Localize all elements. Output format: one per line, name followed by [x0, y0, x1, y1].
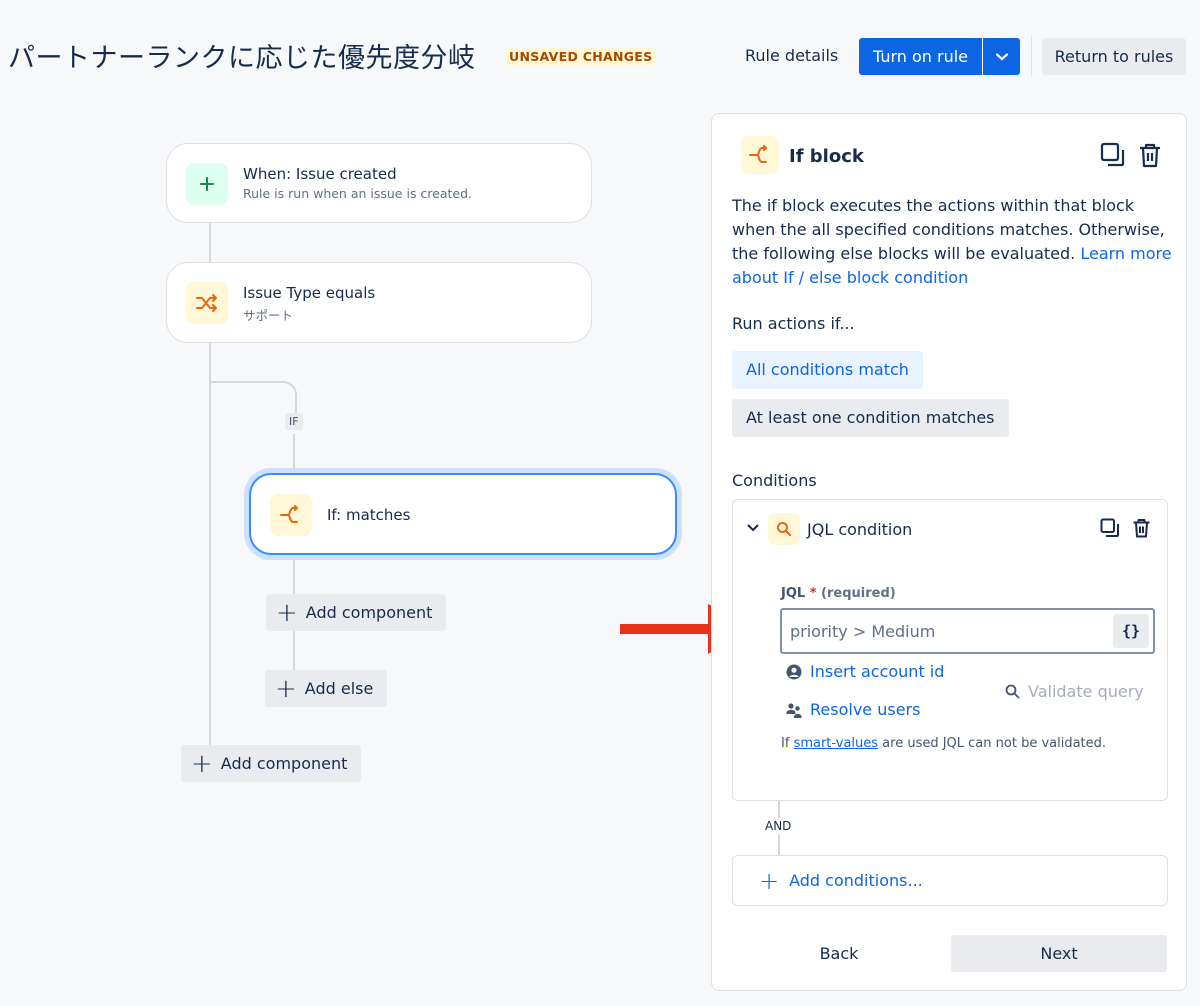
jql-label-text: JQL: [781, 586, 806, 601]
panel-actions: [1100, 142, 1162, 168]
jql-input-value: priority > Medium: [790, 622, 936, 641]
turn-on-rule-button[interactable]: Turn on rule: [859, 38, 982, 75]
smart-values-help: If smart-values are used JQL can not be …: [781, 736, 1106, 751]
jql-condition-title: JQL condition: [807, 520, 913, 539]
page-title: パートナーランクに応じた優先度分岐: [8, 43, 476, 74]
add-else-label: Add else: [304, 679, 374, 698]
trigger-node[interactable]: When: Issue created Rule is run when an …: [166, 143, 592, 223]
rule-details-button[interactable]: Rule details: [729, 38, 854, 74]
validate-query-label: Validate query: [1028, 682, 1144, 701]
shuffle-icon: [186, 282, 228, 324]
add-component-inner-button[interactable]: + Add component: [266, 594, 447, 631]
add-conditions-label: Add conditions...: [789, 871, 923, 890]
all-conditions-match-option[interactable]: All conditions match: [732, 351, 923, 389]
branch-icon: [270, 494, 312, 536]
plus-icon: +: [276, 597, 298, 628]
if-branch-label: IF: [285, 413, 303, 430]
chevron-down-icon: [995, 52, 1008, 60]
if-branch-connector: [209, 381, 297, 413]
insert-account-id-link[interactable]: Insert account id: [786, 662, 944, 681]
condition-subtitle: サポート: [243, 308, 294, 323]
turn-on-dropdown-button[interactable]: [983, 38, 1020, 75]
condition-actions: [1100, 518, 1151, 538]
help-prefix: If: [781, 736, 790, 751]
flow-connector: [209, 222, 211, 262]
jql-condition-card: JQL condition JQL * (required) priority …: [732, 499, 1168, 801]
resolve-users-label: Resolve users: [810, 700, 921, 719]
plus-icon: [186, 163, 228, 205]
plus-icon: +: [191, 748, 213, 779]
trigger-subtitle: Rule is run when an issue is created.: [243, 186, 473, 201]
and-label: AND: [762, 818, 795, 834]
run-actions-label: Run actions if...: [732, 314, 855, 333]
add-component-label: Add component: [220, 754, 348, 773]
next-button[interactable]: Next: [951, 935, 1167, 972]
people-icon: [786, 702, 802, 718]
trigger-title: When: Issue created: [243, 165, 397, 183]
if-block-node[interactable]: If: matches: [249, 473, 677, 555]
if-block-title: If: matches: [327, 506, 411, 524]
search-icon: [1005, 684, 1020, 699]
search-icon: [768, 513, 800, 545]
smart-values-button[interactable]: {}: [1113, 614, 1149, 648]
validate-query-button[interactable]: Validate query: [1005, 682, 1144, 701]
branch-icon: [741, 136, 779, 174]
conditions-label: Conditions: [732, 471, 817, 490]
return-to-rules-button[interactable]: Return to rules: [1042, 38, 1186, 75]
add-else-button[interactable]: + Add else: [265, 670, 388, 707]
help-suffix: are used JQL can not be validated.: [882, 736, 1107, 751]
resolve-users-link[interactable]: Resolve users: [786, 700, 920, 719]
add-component-label: Add component: [305, 603, 433, 622]
jql-field-label: JQL * (required): [781, 586, 896, 601]
jql-input[interactable]: priority > Medium {}: [780, 608, 1155, 654]
copy-icon[interactable]: [1100, 142, 1126, 168]
copy-icon[interactable]: [1100, 518, 1120, 538]
plus-icon: +: [759, 866, 780, 895]
add-component-outer-button[interactable]: + Add component: [181, 745, 362, 782]
trash-icon[interactable]: [1132, 518, 1151, 538]
plus-icon: +: [275, 673, 297, 704]
header-divider: [1031, 36, 1032, 76]
back-button[interactable]: Back: [732, 935, 946, 972]
trash-icon[interactable]: [1138, 142, 1162, 168]
chevron-down-icon[interactable]: [747, 524, 759, 532]
panel-title: If block: [789, 146, 864, 167]
unsaved-changes-badge: UNSAVED CHANGES: [505, 47, 657, 66]
required-asterisk: *: [809, 586, 817, 601]
add-conditions-button[interactable]: + Add conditions...: [732, 855, 1168, 906]
user-icon: [786, 664, 802, 679]
at-least-one-condition-option[interactable]: At least one condition matches: [732, 399, 1009, 437]
insert-account-id-label: Insert account id: [810, 662, 945, 681]
required-text: (required): [821, 586, 896, 601]
flow-connector: [293, 434, 295, 474]
if-block-panel: If block The if block executes the actio…: [711, 113, 1187, 991]
smart-values-link[interactable]: smart-values: [794, 736, 878, 751]
condition-title: Issue Type equals: [243, 284, 376, 302]
panel-description: The if block executes the actions within…: [732, 194, 1172, 290]
condition-node[interactable]: Issue Type equals サポート: [166, 262, 592, 343]
